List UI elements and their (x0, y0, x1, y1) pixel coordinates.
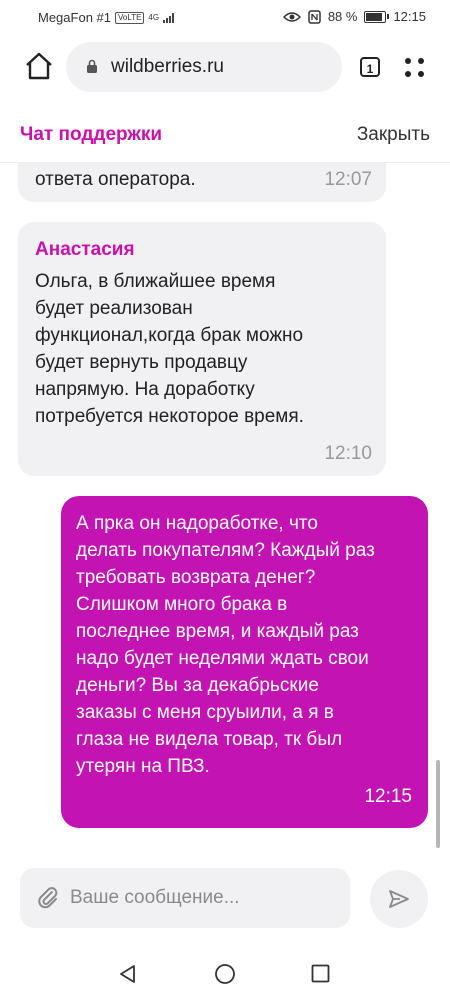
message-time: 12:07 (324, 169, 372, 190)
send-icon (389, 890, 409, 908)
menu-dots-icon[interactable] (405, 58, 425, 78)
recents-nav-icon[interactable] (311, 964, 330, 983)
message-composer: Ваше сообщение... (0, 850, 450, 950)
network-type: 4G (148, 12, 160, 22)
chat-header: Чат поддержки Закрыть (0, 104, 450, 163)
status-bar: MegaFon #1 VoLTE 4G 88 % 12:15 (0, 0, 450, 34)
message-time: 12:10 (324, 443, 372, 464)
message-text: Ольга, в ближайшее время будет реализова… (35, 271, 304, 427)
message-list[interactable]: ответа оператора. 12:07 Анастасия Ольга,… (0, 162, 450, 850)
eye-icon (282, 11, 301, 22)
browser-toolbar: wildberries.ru 1 (0, 34, 450, 104)
message-placeholder: Ваше сообщение... (70, 887, 240, 908)
incoming-message: Анастасия Ольга, в ближайшее время будет… (18, 222, 386, 476)
message-text: ответа оператора. (35, 169, 196, 190)
signal-icon (163, 12, 175, 23)
paperclip-icon[interactable] (36, 886, 60, 910)
scrollbar[interactable] (436, 760, 440, 848)
home-nav-icon[interactable] (214, 963, 236, 985)
carrier-name: MegaFon #1 (38, 10, 111, 25)
message-sender: Анастасия (35, 239, 135, 260)
system-nav-bar (0, 950, 450, 1000)
status-left: MegaFon #1 VoLTE 4G (38, 10, 175, 25)
message-text: А прка он надоработке, что делать покупа… (76, 513, 375, 777)
nfc-icon (308, 9, 321, 24)
message-input[interactable]: Ваше сообщение... (20, 868, 350, 928)
message-time: 12:15 (364, 786, 412, 807)
send-button[interactable] (370, 870, 428, 928)
tabs-icon[interactable]: 1 (360, 57, 380, 77)
address-bar[interactable]: wildberries.ru (66, 42, 342, 92)
battery-icon (364, 10, 390, 23)
battery-percent: 88 % (327, 9, 358, 24)
home-icon[interactable] (24, 51, 54, 81)
back-nav-icon[interactable] (118, 964, 138, 984)
volte-badge: VoLTE (115, 11, 145, 24)
clock: 12:15 (393, 9, 426, 24)
incoming-message: ответа оператора. 12:07 (18, 162, 386, 202)
lock-icon (87, 59, 97, 73)
status-right: 88 % 12:15 (282, 9, 426, 24)
url-text: wildberries.ru (111, 56, 224, 77)
outgoing-message: А прка он надоработке, что делать покупа… (61, 496, 428, 828)
chat-title: Чат поддержки (20, 124, 163, 145)
close-button[interactable]: Закрыть (357, 124, 430, 146)
